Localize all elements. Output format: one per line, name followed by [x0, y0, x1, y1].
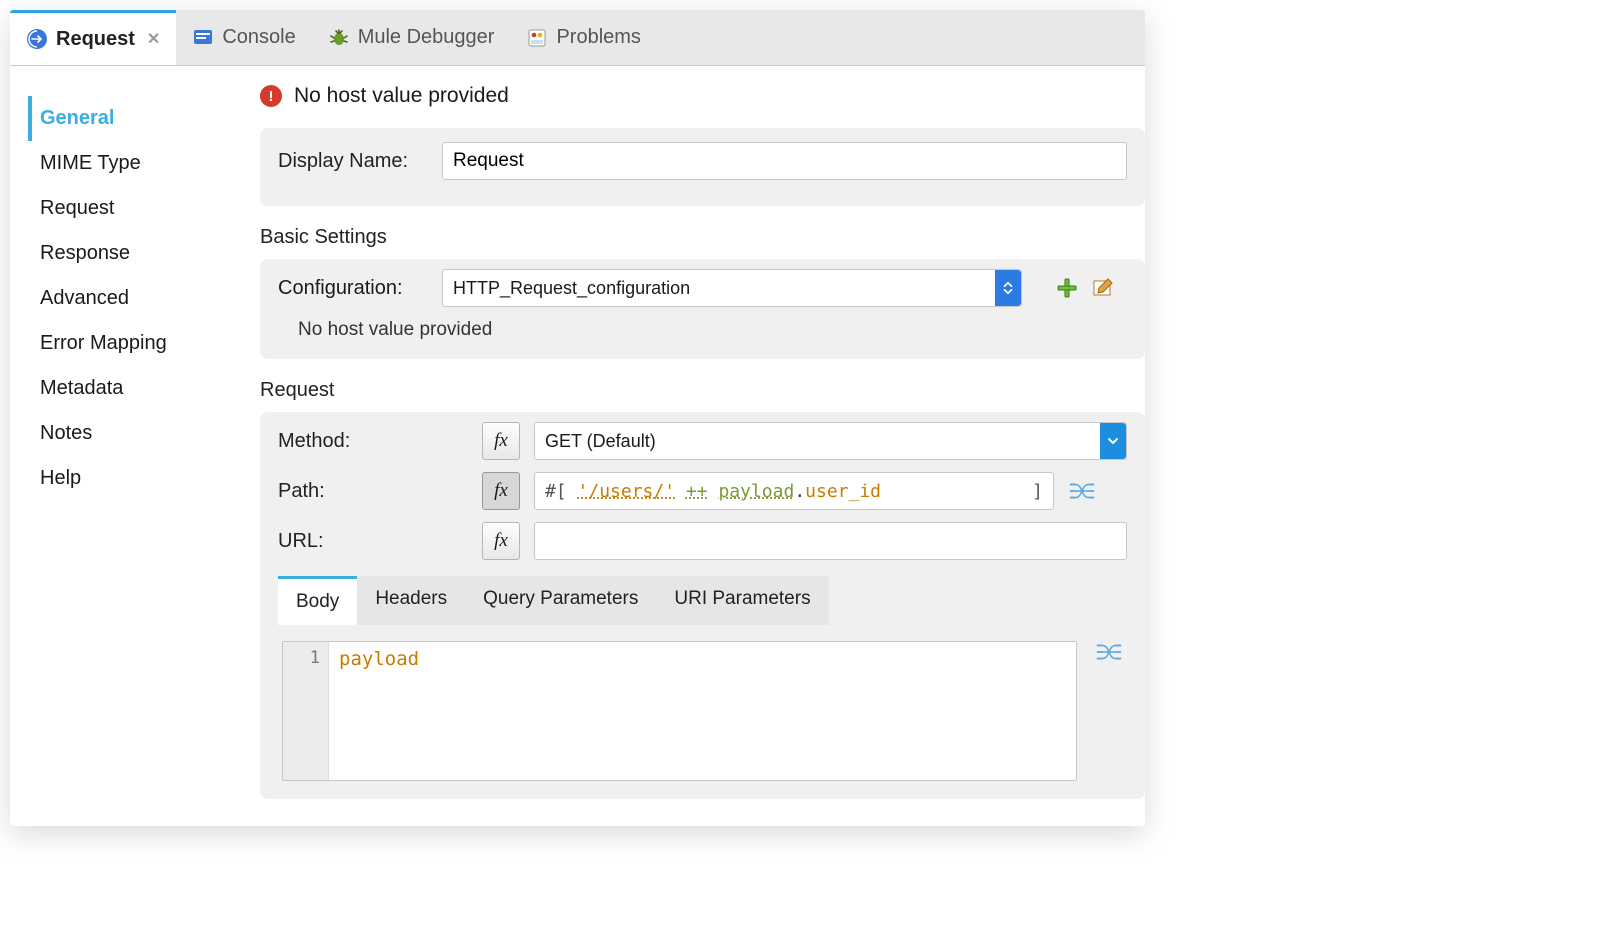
- expr-var: payload: [718, 481, 794, 502]
- tab-console-label: Console: [222, 26, 295, 49]
- tab-request[interactable]: Request ✕: [10, 10, 176, 65]
- sidebar-item-response[interactable]: Response: [40, 231, 240, 276]
- sidebar-item-mime-type[interactable]: MIME Type: [40, 141, 240, 186]
- sidebar-item-advanced[interactable]: Advanced: [40, 276, 240, 321]
- expr-field: user_id: [805, 481, 881, 502]
- expr-open: #[: [545, 481, 567, 502]
- sidebar-item-metadata[interactable]: Metadata: [40, 366, 240, 411]
- sidebar-item-label: Help: [40, 467, 81, 489]
- expr-string: '/users/': [578, 481, 676, 502]
- fx-label: fx: [494, 480, 508, 502]
- bug-icon: [328, 27, 350, 49]
- top-tabbar: Request ✕ Console Mule Debugger Problems: [10, 10, 1145, 66]
- sidebar-item-label: Metadata: [40, 377, 123, 399]
- path-expression-input[interactable]: #[ '/users/' ++ payload.user_id ]: [534, 472, 1054, 510]
- display-name-section: Display Name:: [260, 128, 1145, 206]
- code-content: payload: [339, 648, 419, 670]
- chevron-updown-icon: [995, 270, 1021, 306]
- console-icon: [192, 27, 214, 49]
- expr-dot: .: [794, 481, 805, 502]
- fx-toggle-url[interactable]: fx: [482, 522, 520, 560]
- editor-gutter: 1: [283, 642, 329, 780]
- subtab-label: Body: [296, 591, 339, 612]
- tab-console[interactable]: Console: [176, 10, 311, 65]
- tab-problems-label: Problems: [556, 26, 640, 49]
- subtab-query-parameters[interactable]: Query Parameters: [465, 576, 656, 625]
- editor-code[interactable]: payload: [329, 642, 429, 780]
- content-area: General MIME Type Request Response Advan…: [10, 66, 1145, 826]
- configuration-value: HTTP_Request_configuration: [453, 278, 690, 299]
- subtab-body[interactable]: Body: [278, 576, 357, 625]
- expr-close: ]: [1032, 481, 1043, 502]
- url-input[interactable]: [534, 522, 1127, 560]
- panel-window: Request ✕ Console Mule Debugger Problems…: [10, 10, 1145, 826]
- configuration-select[interactable]: HTTP_Request_configuration: [442, 269, 1022, 307]
- main-panel: ! No host value provided Display Name: B…: [240, 66, 1145, 826]
- dataweave-icon[interactable]: [1095, 641, 1123, 663]
- dataweave-icon[interactable]: [1068, 480, 1096, 502]
- sidebar-item-label: General: [40, 107, 114, 129]
- display-name-label: Display Name:: [278, 150, 428, 173]
- sidebar-item-label: Notes: [40, 422, 92, 444]
- subtab-label: Query Parameters: [483, 588, 638, 609]
- close-icon[interactable]: ✕: [147, 29, 160, 49]
- fx-toggle-path[interactable]: fx: [482, 472, 520, 510]
- sidebar-item-notes[interactable]: Notes: [40, 411, 240, 456]
- sidebar-item-help[interactable]: Help: [40, 456, 240, 501]
- configuration-error: No host value provided: [298, 319, 1127, 341]
- method-select[interactable]: GET (Default): [534, 422, 1127, 460]
- path-label: Path:: [278, 480, 468, 503]
- error-banner: ! No host value provided: [240, 66, 1145, 118]
- fx-label: fx: [494, 530, 508, 552]
- request-title: Request: [260, 379, 1145, 402]
- subtab-headers[interactable]: Headers: [357, 576, 465, 625]
- display-name-input[interactable]: [442, 142, 1127, 180]
- body-editor-wrap: 1 payload: [282, 641, 1123, 781]
- sidebar-item-label: Error Mapping: [40, 332, 167, 354]
- basic-settings-section: Configuration: HTTP_Request_configuratio…: [260, 259, 1145, 359]
- subtab-label: Headers: [375, 588, 447, 609]
- sidebar-item-label: Request: [40, 197, 115, 219]
- fx-toggle-method[interactable]: fx: [482, 422, 520, 460]
- tab-problems[interactable]: Problems: [510, 10, 656, 65]
- sidebar-item-general[interactable]: General: [28, 96, 240, 141]
- configuration-label: Configuration:: [278, 277, 428, 300]
- add-config-button[interactable]: [1056, 277, 1078, 299]
- edit-config-button[interactable]: [1092, 277, 1114, 299]
- tab-mule-debugger[interactable]: Mule Debugger: [312, 10, 511, 65]
- url-label: URL:: [278, 530, 468, 553]
- tab-request-label: Request: [56, 28, 135, 51]
- basic-settings-title: Basic Settings: [260, 226, 1145, 249]
- request-section: Method: fx GET (Default) Path: fx #[ '/u: [260, 412, 1145, 799]
- tab-mule-debugger-label: Mule Debugger: [358, 26, 495, 49]
- method-label: Method:: [278, 430, 468, 453]
- subtab-uri-parameters[interactable]: URI Parameters: [656, 576, 828, 625]
- problems-icon: [526, 27, 548, 49]
- request-subtabs: Body Headers Query Parameters URI Parame…: [278, 574, 1127, 625]
- fx-label: fx: [494, 430, 508, 452]
- line-number: 1: [310, 648, 320, 668]
- sidebar-item-label: Response: [40, 242, 130, 264]
- sidebar: General MIME Type Request Response Advan…: [10, 66, 240, 826]
- method-value: GET (Default): [545, 431, 656, 452]
- sidebar-item-label: Advanced: [40, 287, 129, 309]
- chevron-down-icon: [1100, 423, 1126, 459]
- error-icon: !: [260, 85, 282, 107]
- globe-arrow-icon: [26, 28, 48, 50]
- sidebar-item-label: MIME Type: [40, 152, 141, 174]
- error-message: No host value provided: [294, 84, 509, 108]
- subtab-label: URI Parameters: [674, 588, 810, 609]
- body-editor[interactable]: 1 payload: [282, 641, 1077, 781]
- expr-op: ++: [686, 481, 708, 502]
- sidebar-item-error-mapping[interactable]: Error Mapping: [40, 321, 240, 366]
- sidebar-item-request[interactable]: Request: [40, 186, 240, 231]
